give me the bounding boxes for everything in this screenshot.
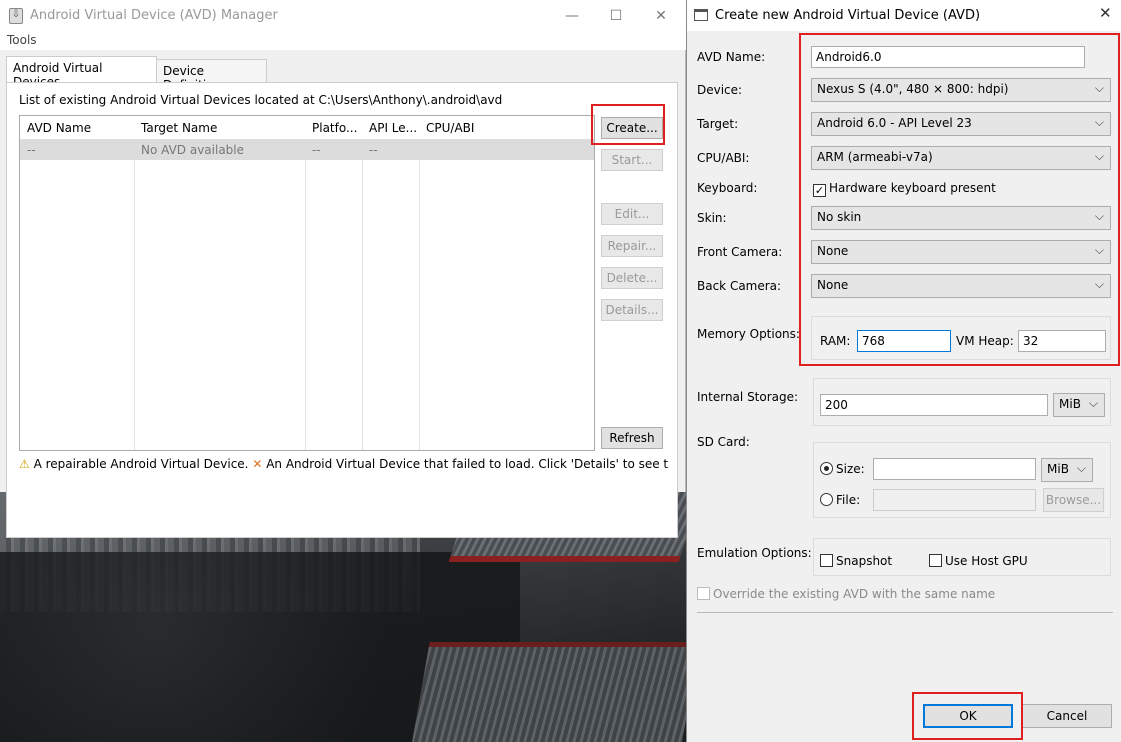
cell-target-name: No AVD available xyxy=(141,143,245,157)
label-back-camera: Back Camera: xyxy=(697,279,782,293)
column-avd-name[interactable]: AVD Name xyxy=(27,121,91,135)
avd-manager-icon: ⇩ xyxy=(9,8,23,24)
sd-size-unit-select[interactable]: MiB ⌵ xyxy=(1041,458,1093,482)
manager-title: Android Virtual Device (AVD) Manager xyxy=(30,8,278,23)
minimize-button[interactable]: — xyxy=(562,6,582,26)
label-emulation-options: Emulation Options: xyxy=(697,546,812,560)
sd-file-label: File: xyxy=(836,493,861,507)
snapshot-checkbox[interactable]: Snapshot xyxy=(820,554,892,568)
cell-avd-name: -- xyxy=(27,143,36,157)
tab-android-virtual-devices[interactable]: Android Virtual Devices xyxy=(6,56,157,89)
chevron-down-icon: ⌵ xyxy=(1076,461,1086,475)
legend-repairable: A repairable Android Virtual Device. xyxy=(33,457,249,471)
highlight-avd-settings xyxy=(799,33,1120,366)
manager-titlebar: ⇩ Android Virtual Device (AVD) Manager —… xyxy=(0,0,686,32)
start-button[interactable]: Start... xyxy=(601,149,663,171)
highlight-ok-button xyxy=(912,692,1023,740)
checkbox-unchecked-icon xyxy=(929,554,942,567)
label-keyboard: Keyboard: xyxy=(697,181,758,195)
delete-button[interactable]: Delete... xyxy=(601,267,663,289)
avd-location-label: List of existing Android Virtual Devices… xyxy=(19,93,503,107)
sd-file-input[interactable] xyxy=(873,489,1036,511)
menubar: Tools xyxy=(0,32,686,50)
label-avd-name: AVD Name: xyxy=(697,50,766,64)
details-button[interactable]: Details... xyxy=(601,299,663,321)
column-cpu-abi[interactable]: CPU/ABI xyxy=(426,121,474,135)
cell-api-level: -- xyxy=(369,143,378,157)
browse-button[interactable]: Browse... xyxy=(1043,488,1104,512)
chevron-down-icon: ⌵ xyxy=(1088,396,1098,410)
repair-button[interactable]: Repair... xyxy=(601,235,663,257)
snapshot-label: Snapshot xyxy=(836,554,893,568)
sd-size-unit-value: MiB xyxy=(1047,462,1069,476)
dialog-window-icon xyxy=(694,9,708,21)
override-existing-checkbox[interactable]: Override the existing AVD with the same … xyxy=(697,587,995,601)
label-skin: Skin: xyxy=(697,211,727,225)
internal-storage-unit-select[interactable]: MiB ⌵ xyxy=(1053,393,1105,417)
radio-unselected-icon xyxy=(820,493,833,506)
sd-size-label: Size: xyxy=(836,462,865,476)
override-label: Override the existing AVD with the same … xyxy=(713,587,996,601)
sd-card-group: Size: MiB ⌵ File: Browse... xyxy=(813,442,1111,518)
dialog-close-button[interactable]: ✕ xyxy=(1099,4,1112,22)
status-legend: ⚠ A repairable Android Virtual Device. ✕… xyxy=(19,457,669,471)
label-target: Target: xyxy=(697,117,739,131)
radio-selected-icon xyxy=(820,462,833,475)
error-x-icon: ✕ xyxy=(252,457,263,471)
internal-storage-unit-value: MiB xyxy=(1059,397,1081,411)
avd-table-header: AVD Name Target Name Platfo... API Le...… xyxy=(20,116,594,140)
edit-button[interactable]: Edit... xyxy=(601,203,663,225)
close-button[interactable]: ✕ xyxy=(651,6,671,26)
avd-manager-window: ⇩ Android Virtual Device (AVD) Manager —… xyxy=(0,0,686,538)
tab-device-definitions[interactable]: Device Definitions xyxy=(156,59,267,92)
label-cpu-abi: CPU/ABI: xyxy=(697,151,750,165)
create-avd-dialog: Create new Android Virtual Device (AVD) … xyxy=(686,0,1121,742)
column-target-name[interactable]: Target Name xyxy=(141,121,217,135)
column-api-level[interactable]: API Le... xyxy=(369,121,417,135)
column-platform[interactable]: Platfo... xyxy=(312,121,357,135)
label-sd-card: SD Card: xyxy=(697,435,750,449)
cancel-button[interactable]: Cancel xyxy=(1022,704,1112,728)
avd-table[interactable]: AVD Name Target Name Platfo... API Le...… xyxy=(19,115,595,451)
avd-list-panel: List of existing Android Virtual Devices… xyxy=(6,82,678,538)
sd-size-radio[interactable]: Size: xyxy=(820,462,865,476)
sd-file-radio[interactable]: File: xyxy=(820,493,860,507)
label-memory-options: Memory Options: xyxy=(697,327,800,341)
legend-failed: An Android Virtual Device that failed to… xyxy=(266,457,669,471)
highlight-create-button xyxy=(591,104,665,145)
internal-storage-group: 200 MiB ⌵ xyxy=(813,378,1111,426)
use-host-gpu-label: Use Host GPU xyxy=(945,554,1028,568)
warning-icon: ⚠ xyxy=(19,457,30,471)
menu-tools[interactable]: Tools xyxy=(7,33,37,47)
internal-storage-input[interactable]: 200 xyxy=(820,394,1048,416)
label-device: Device: xyxy=(697,83,743,97)
label-front-camera: Front Camera: xyxy=(697,245,783,259)
checkbox-disabled-icon xyxy=(697,587,710,600)
manager-tabs: Android Virtual Devices Device Definitio… xyxy=(0,50,686,538)
sd-size-input[interactable] xyxy=(873,458,1036,480)
maximize-button[interactable]: ☐ xyxy=(606,6,626,26)
dialog-separator xyxy=(697,612,1113,613)
use-host-gpu-checkbox[interactable]: Use Host GPU xyxy=(929,554,1028,568)
cell-platform: -- xyxy=(312,143,321,157)
dialog-title: Create new Android Virtual Device (AVD) xyxy=(715,8,981,23)
label-internal-storage: Internal Storage: xyxy=(697,390,799,404)
emulation-options-group: Snapshot Use Host GPU xyxy=(813,538,1111,576)
dialog-titlebar: Create new Android Virtual Device (AVD) … xyxy=(687,0,1121,31)
wallpaper-roof-lower xyxy=(410,642,686,742)
table-row[interactable]: -- No AVD available -- -- xyxy=(20,140,594,160)
checkbox-unchecked-icon xyxy=(820,554,833,567)
refresh-button[interactable]: Refresh xyxy=(601,427,663,449)
